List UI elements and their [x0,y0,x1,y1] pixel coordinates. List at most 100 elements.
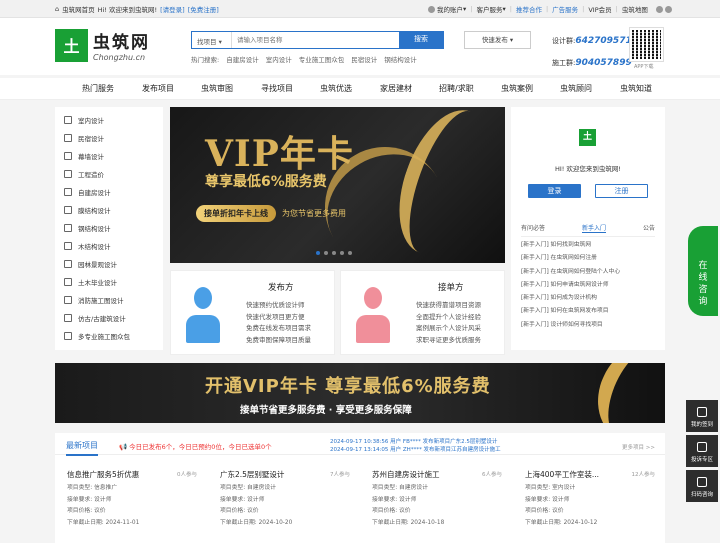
register-button[interactable]: 注册 [595,184,648,198]
list-item[interactable]: [新手入门] 设计师如何寻找项目 [521,319,620,332]
sidebar-item[interactable]: 钢结构设计 [55,219,163,237]
sidebar-item[interactable]: 自建房设计 [55,183,163,201]
list-item[interactable]: [新手入门] 如何找到虫筑网 [521,239,620,252]
list-item[interactable]: [新手入门] 如何在虫筑网发布项目 [521,305,620,318]
nav-item[interactable]: 虫筑案例 [501,83,533,94]
latest-title[interactable]: 最新项目 [66,440,98,456]
publisher-card[interactable]: 发布方 快速预约优质设计师 快速代发项目更方便 免费在线发布项目需求 免费审图保… [170,270,335,355]
user-icon [428,5,435,13]
scan-consult-button[interactable]: 扫码咨询 [686,470,718,502]
nav-item[interactable]: 招聘/求职 [439,83,474,94]
sidebar-item[interactable]: 室内设计 [55,111,163,129]
recommend-link[interactable]: 推荐合作 [516,4,542,14]
vip-wide-banner[interactable]: 开通VIP年卡 尊享最低6%服务费 接单节省更多服务费 · 享受更多服务保障 [55,363,665,423]
client-service-link[interactable]: 客户服务 [476,4,502,14]
more-projects-link[interactable]: 更多项目 >> [622,443,655,451]
carousel-dot[interactable] [316,251,320,255]
category-icon [64,134,72,142]
quick-publish-button[interactable]: 快速发布 ▾ [464,31,531,49]
vip-banner[interactable]: VIP年卡 尊享最低6%服务费 接单折扣年卡上线 为您节省更多费用 [170,107,505,263]
login-button[interactable]: 登录 [528,184,581,198]
project-card[interactable]: 信息推广服务5折优惠 0人参与 项目类型: 信息推广 接单要求: 设计师 项目价格:… [67,469,207,529]
tiktok-icon[interactable] [664,5,672,13]
search-type-select[interactable]: 找项目 ▾ [192,32,232,48]
nav-item[interactable]: 寻找项目 [261,83,293,94]
taker-card[interactable]: 接单方 快速获得靠谱项目资源 全面提升个人设计经验 案例展示个人设计风采 求职寻… [340,270,505,355]
sidebar-item[interactable]: 木结构设计 [55,237,163,255]
login-panel: 土 HI! 欢迎您来到虫筑网! 登录 注册 有问必答 新手入门 公告 [新手入门… [511,107,665,350]
list-item[interactable]: [新手入门] 在虫筑网如何登陆个人中心 [521,266,620,279]
list-item[interactable]: [新手入门] 如何申请虫筑网设计师 [521,279,620,292]
qr-label: APP下载 [634,64,654,70]
register-link[interactable]: [免费注册] [188,4,219,14]
site-logo[interactable]: 土 虫筑网 Chongzhu.cn [55,28,150,62]
logo-en: Chongzhu.cn [93,53,146,62]
sidebar-item[interactable]: 工程造价 [55,165,163,183]
carousel-dot[interactable] [348,251,352,255]
hot-search-item[interactable]: 钢结构设计 [384,54,417,64]
sidebar-item[interactable]: 民宿设计 [55,129,163,147]
tab-qa[interactable]: 有问必答 [521,223,545,233]
nav-item[interactable]: 家居建材 [380,83,412,94]
main-nav: 热门服务 发布项目 虫筑审图 寻找项目 虫筑优选 家居建材 招聘/求职 虫筑案例… [0,78,720,100]
gold-ribbon-decoration [582,363,665,423]
home-icon: ⌂ [55,5,60,13]
banner-cta: 接单折扣年卡上线 [196,205,276,222]
sidebar-item[interactable]: 土木毕业设计 [55,273,163,291]
project-card[interactable]: 广东2.5层别墅设计 7人参与 项目类型: 自建房设计 接单要求: 设计师 项目价格… [220,469,360,529]
publisher-avatar-icon [186,287,220,345]
nav-item[interactable]: 虫筑审图 [201,83,233,94]
search-button[interactable]: 搜索 [399,32,443,48]
banner-subtitle: 尊享最低6%服务费 [205,174,327,190]
category-icon [64,116,72,124]
nav-item[interactable]: 热门服务 [82,83,114,94]
home-link[interactable]: 虫筑网首页 [62,4,95,14]
hot-search-item[interactable]: 专业施工图众包 [299,54,345,64]
list-item[interactable]: [新手入门] 在虫筑网如何注册 [521,252,620,265]
hot-search-item[interactable]: 民宿设计 [351,54,377,64]
online-consult-button[interactable]: 在线咨询 [688,226,718,316]
my-account-link[interactable]: 我的账户 [437,4,463,14]
category-icon [64,188,72,196]
help-tabs: 有问必答 新手入门 公告 [521,223,655,237]
project-card[interactable]: 苏州自建房设计施工 6人参与 项目类型: 自建房设计 接单要求: 设计师 项目价格:… [372,469,512,529]
complaint-button[interactable]: 投诉专区 [686,435,718,467]
carousel-dot[interactable] [332,251,336,255]
project-card[interactable]: 上海400平工作室装... 12人参与 项目类型: 室内设计 接单要求: 设计师项… [525,469,665,529]
category-icon [64,332,72,340]
ad-service-link[interactable]: 广告服务 [552,4,578,14]
nav-item[interactable]: 虫筑知道 [620,83,652,94]
sidebar-item[interactable]: 仿古/古建筑设计 [55,309,163,327]
latest-header: 最新项目 📢 今日已发布6个，今日已预约0位，今日已选单0个 2024-09-1… [55,433,665,456]
carousel-dot[interactable] [324,251,328,255]
vip-link[interactable]: VIP会员 [588,4,611,14]
taker-card-lines: 快速获得靠谱项目资源 全面提升个人设计经验 案例展示个人设计风采 求职寻证更多优… [416,301,481,344]
site-map-link[interactable]: 虫筑地图 [622,4,648,14]
login-link[interactable]: [请登录] [160,4,185,14]
sidebar-item[interactable]: 幕墙设计 [55,147,163,165]
nav-item[interactable]: 虫筑顾问 [560,83,592,94]
tab-beginner[interactable]: 新手入门 [581,223,606,233]
list-item[interactable]: [新手入门] 如何成为设计机构 [521,292,620,305]
hot-search-item[interactable]: 室内设计 [266,54,292,64]
sign-in-button[interactable]: 我的签到 [686,400,718,432]
nav-item[interactable]: 虫筑优选 [320,83,352,94]
sidebar-item[interactable]: 多专业施工图众包 [55,327,163,345]
tab-notice[interactable]: 公告 [643,223,655,233]
category-icon [64,224,72,232]
sidebar-item[interactable]: 消防施工图设计 [55,291,163,309]
nav-item[interactable]: 发布项目 [142,83,174,94]
help-list: [新手入门] 如何找到虫筑网 [新手入门] 在虫筑网如何注册 [新手入门] 在虫… [521,239,620,332]
sidebar-item[interactable]: 膜结构设计 [55,201,163,219]
sidebar-item[interactable]: 园林景观设计 [55,255,163,273]
search-input[interactable] [232,32,399,48]
megaphone-icon: 📢 [119,443,130,451]
top-bar: ⌂ 虫筑网首页 Hi! 欢迎来到虫筑网! [请登录] [免费注册] 我的账户 ▾ … [0,0,720,18]
carousel-dot[interactable] [340,251,344,255]
header: 土 虫筑网 Chongzhu.cn 找项目 ▾ 搜索 快速发布 ▾ 热门搜索: … [0,18,720,75]
build-group-label: 施工群: [552,59,576,67]
publisher-card-title: 发布方 [268,283,294,293]
wechat-icon[interactable] [655,5,663,13]
chevron-down-icon: ▾ [502,5,506,13]
hot-search-item[interactable]: 自建房设计 [226,54,259,64]
